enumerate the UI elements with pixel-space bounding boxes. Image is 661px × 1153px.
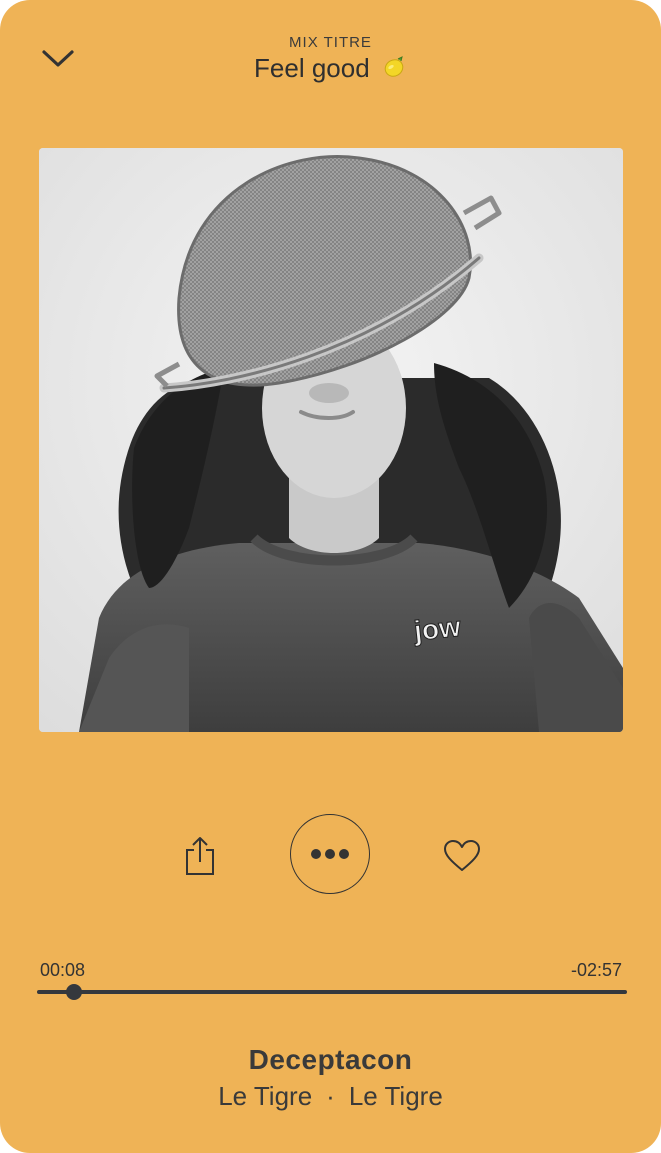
track-artist[interactable]: Le Tigre bbox=[218, 1081, 312, 1111]
playlist-title-text: Feel good bbox=[254, 53, 370, 83]
remaining-time: -02:57 bbox=[570, 960, 622, 980]
track-album[interactable]: Le Tigre bbox=[349, 1081, 443, 1111]
playlist-title: Feel good bbox=[0, 53, 661, 84]
share-icon bbox=[186, 837, 214, 875]
shirt-logo-text: jow bbox=[412, 611, 463, 647]
like-button[interactable] bbox=[440, 834, 484, 878]
player-card: MIX TITRE Feel good jow 00:08 -02:57 Dec… bbox=[0, 0, 661, 1153]
more-options-button[interactable] bbox=[290, 814, 370, 894]
share-button[interactable] bbox=[178, 834, 222, 878]
progress-bar[interactable] bbox=[37, 984, 627, 1000]
heart-icon bbox=[444, 840, 480, 871]
lemon-icon bbox=[383, 55, 407, 79]
progress-knob[interactable] bbox=[66, 984, 83, 1000]
meta-separator: · bbox=[326, 1081, 335, 1111]
more-dots-icon bbox=[311, 849, 349, 859]
playlist-type-label: MIX TITRE bbox=[289, 34, 372, 51]
track-title: Deceptacon bbox=[248, 1044, 413, 1075]
album-artwork: jow bbox=[39, 148, 623, 732]
elapsed-time: 00:08 bbox=[40, 960, 86, 980]
track-meta: Le Tigre · Le Tigre bbox=[0, 1081, 661, 1112]
